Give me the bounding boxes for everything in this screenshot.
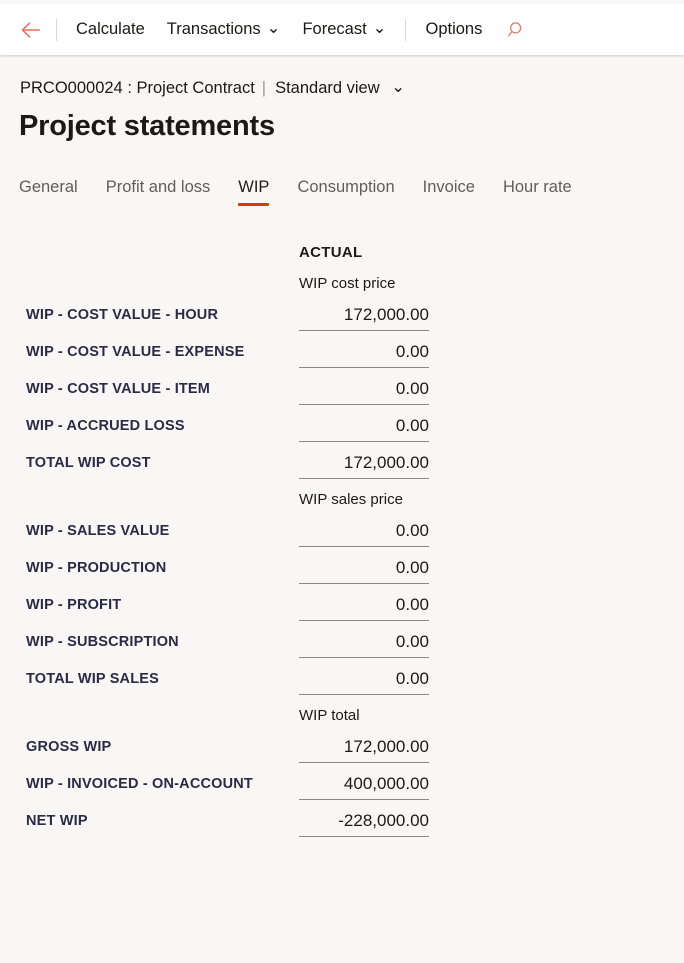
tab-bar: General Profit and loss WIP Consumption … (19, 178, 586, 206)
statement-section-heading-label: WIP cost price (299, 275, 396, 292)
toolbar-item-transactions[interactable]: Transactions ⌄ (156, 11, 292, 49)
chevron-down-icon: ⌄ (266, 19, 281, 38)
statement-row-value: -228,000.00 (299, 806, 429, 837)
tab-wip-label: WIP (238, 178, 270, 196)
statement-row-label: TOTAL WIP COST (26, 455, 151, 471)
statement-row-value: 172,000.00 (299, 448, 429, 479)
statement-row-label: WIP - SUBSCRIPTION (26, 634, 179, 650)
page-title: Project statements (19, 110, 275, 142)
statement-row: WIP - INVOICED - ON-ACCOUNT 400,000.00 (0, 769, 684, 806)
toolbar-item-forecast[interactable]: Forecast ⌄ (291, 11, 397, 49)
statement-row-value: 172,000.00 (299, 300, 429, 331)
statement-row-value: 0.00 (299, 590, 429, 621)
statement-row: WIP - PROFIT 0.00 (0, 590, 684, 627)
toolbar-item-options-label: Options (425, 20, 483, 38)
toolbar-item-calculate-label: Calculate (76, 20, 145, 38)
breadcrumb-separator: | (261, 78, 267, 97)
command-bar: Calculate Transactions ⌄ Forecast ⌄ Opti… (0, 4, 684, 55)
tab-invoice[interactable]: Invoice (409, 178, 489, 206)
statement-row-value: 0.00 (299, 374, 429, 405)
statement-row: GROSS WIP 172,000.00 (0, 732, 684, 769)
statement-row-label: WIP - COST VALUE - ITEM (26, 381, 211, 397)
statement-row-value: 172,000.00 (299, 732, 429, 763)
tab-general-label: General (19, 178, 78, 196)
statement-row: WIP - COST VALUE - EXPENSE 0.00 (0, 337, 684, 374)
statement-row-value: 0.00 (299, 664, 429, 695)
tab-general[interactable]: General (19, 178, 92, 206)
statement-row-label: WIP - ACCRUED LOSS (26, 418, 185, 434)
statement-row: WIP - PRODUCTION 0.00 (0, 553, 684, 590)
search-button[interactable] (499, 13, 535, 47)
tab-consumption-label: Consumption (297, 178, 395, 196)
tab-profit-and-loss[interactable]: Profit and loss (92, 178, 225, 206)
back-button[interactable] (14, 13, 48, 47)
statement-row: WIP - SALES VALUE 0.00 (0, 516, 684, 553)
chevron-down-icon: ⌄ (391, 78, 406, 96)
arrow-left-icon (21, 21, 40, 38)
statement-row: WIP - COST VALUE - HOUR 172,000.00 (0, 300, 684, 337)
search-icon (508, 21, 522, 36)
tab-profit-and-loss-label: Profit and loss (105, 178, 211, 196)
toolbar-item-calculate[interactable]: Calculate (65, 11, 156, 49)
chevron-down-icon: ⌄ (372, 19, 387, 38)
toolbar-separator (405, 18, 407, 41)
statement-column-heading-label: ACTUAL (299, 244, 363, 261)
statement-row-label: GROSS WIP (26, 739, 112, 755)
statement-row-value: 0.00 (299, 553, 429, 584)
tab-hour-rate[interactable]: Hour rate (489, 178, 586, 206)
statement-section-heading-label: WIP sales price (299, 491, 403, 508)
statement-section-heading: WIP total (0, 701, 684, 732)
tab-hour-rate-label: Hour rate (502, 178, 572, 196)
statement-row: WIP - ACCRUED LOSS 0.00 (0, 411, 684, 448)
tab-wip[interactable]: WIP (224, 178, 283, 206)
wip-statement-table: ACTUAL WIP cost price WIP - COST VALUE - H… (0, 238, 684, 843)
view-selector-label: Standard view (275, 79, 380, 97)
statement-row-value: 0.00 (299, 516, 429, 547)
tab-consumption[interactable]: Consumption (283, 178, 408, 206)
statement-row-label: NET WIP (26, 813, 88, 829)
statement-row-value: 0.00 (299, 627, 429, 658)
statement-row: WIP - SUBSCRIPTION 0.00 (0, 627, 684, 664)
statement-section-heading: WIP sales price (0, 485, 684, 516)
statement-row: TOTAL WIP SALES 0.00 (0, 664, 684, 701)
statement-row-label: WIP - SALES VALUE (26, 523, 170, 539)
breadcrumb: PRCO000024 : Project Contract | Standard… (20, 78, 405, 98)
view-selector[interactable]: Standard view ⌄ (275, 78, 405, 98)
statement-row-label: WIP - PROFIT (26, 597, 122, 613)
breadcrumb-record: PRCO000024 : Project Contract (20, 78, 255, 97)
statement-row-label: WIP - COST VALUE - HOUR (26, 307, 219, 323)
statement-row-value: 0.00 (299, 411, 429, 442)
statement-row-value: 0.00 (299, 337, 429, 368)
toolbar-item-transactions-label: Transactions (166, 20, 261, 38)
statement-row: TOTAL WIP COST 172,000.00 (0, 448, 684, 485)
statement-section-heading-label: WIP total (299, 707, 360, 724)
statement-row: WIP - COST VALUE - ITEM 0.00 (0, 374, 684, 411)
statement-row-label: TOTAL WIP SALES (26, 671, 159, 687)
toolbar-separator (56, 18, 57, 41)
toolbar-item-forecast-label: Forecast (302, 20, 367, 38)
statement-row-label: WIP - INVOICED - ON-ACCOUNT (26, 776, 253, 792)
tab-invoice-label: Invoice (422, 178, 475, 196)
statement-row-label: WIP - COST VALUE - EXPENSE (26, 344, 245, 360)
statement-column-heading: ACTUAL (0, 238, 684, 269)
statement-row-value: 400,000.00 (299, 769, 429, 800)
toolbar-item-options[interactable]: Options (414, 11, 493, 49)
statement-section-heading: WIP cost price (0, 269, 684, 300)
statement-row-label: WIP - PRODUCTION (26, 560, 167, 576)
statement-row: NET WIP -228,000.00 (0, 806, 684, 843)
